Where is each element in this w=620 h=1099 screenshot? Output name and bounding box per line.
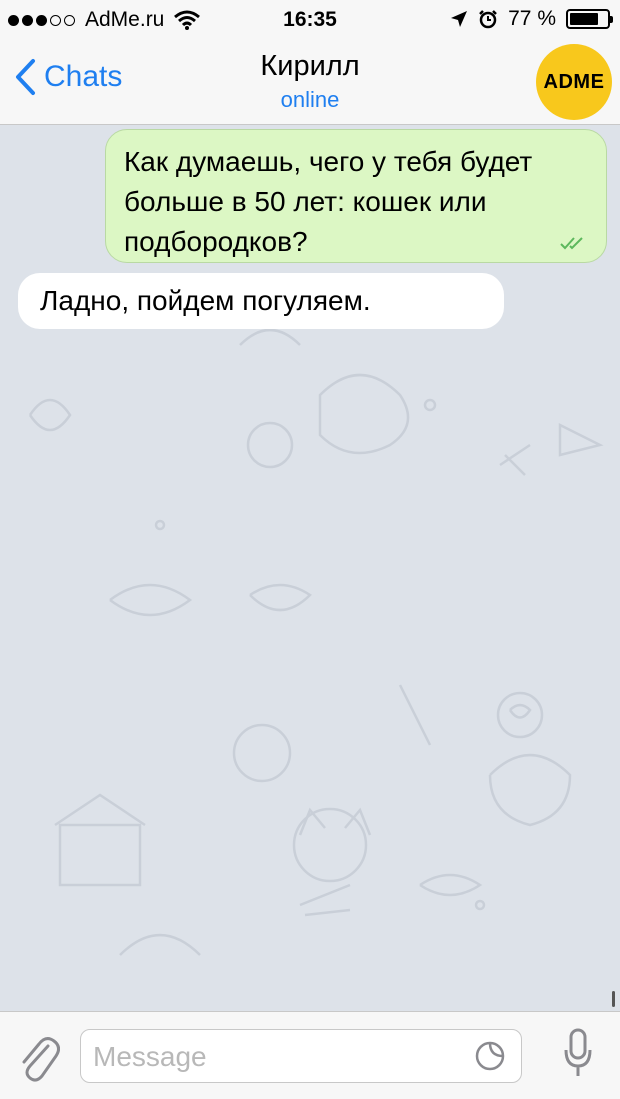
message-text: Ладно, пойдем погуляем. [40, 285, 371, 316]
sticker-icon[interactable] [475, 1041, 505, 1071]
message-outgoing[interactable]: Как думаешь, чего у тебя будет больше в … [105, 129, 607, 263]
message-incoming[interactable]: Ладно, пойдем погуляем. [18, 273, 504, 329]
battery-percent: 77 % [508, 7, 556, 30]
message-text: Как думаешь, чего у тебя будет больше в … [124, 146, 533, 257]
status-bar: AdMe.ru 16:35 77 % [0, 0, 620, 40]
microphone-icon[interactable] [564, 1028, 592, 1078]
alarm-icon [479, 10, 498, 29]
message-list[interactable]: Как думаешь, чего у тебя будет больше в … [0, 125, 620, 1011]
location-arrow-icon [451, 11, 468, 27]
message-input[interactable] [91, 1040, 465, 1074]
double-check-icon [560, 237, 583, 250]
battery-fill [570, 13, 598, 25]
contact-status: online [280, 87, 340, 112]
contact-info[interactable]: Кирилл online [0, 50, 620, 113]
paperclip-icon[interactable] [16, 1032, 60, 1082]
contact-name: Кирилл [260, 50, 360, 82]
scroll-indicator[interactable] [612, 991, 615, 1007]
chat-header: Chats Кирилл online ADME [0, 40, 620, 125]
status-right: 77 % [450, 7, 613, 31]
composer-bar [0, 1011, 620, 1099]
message-field [80, 1029, 522, 1083]
battery-icon [566, 9, 613, 29]
avatar[interactable]: ADME [536, 44, 612, 120]
